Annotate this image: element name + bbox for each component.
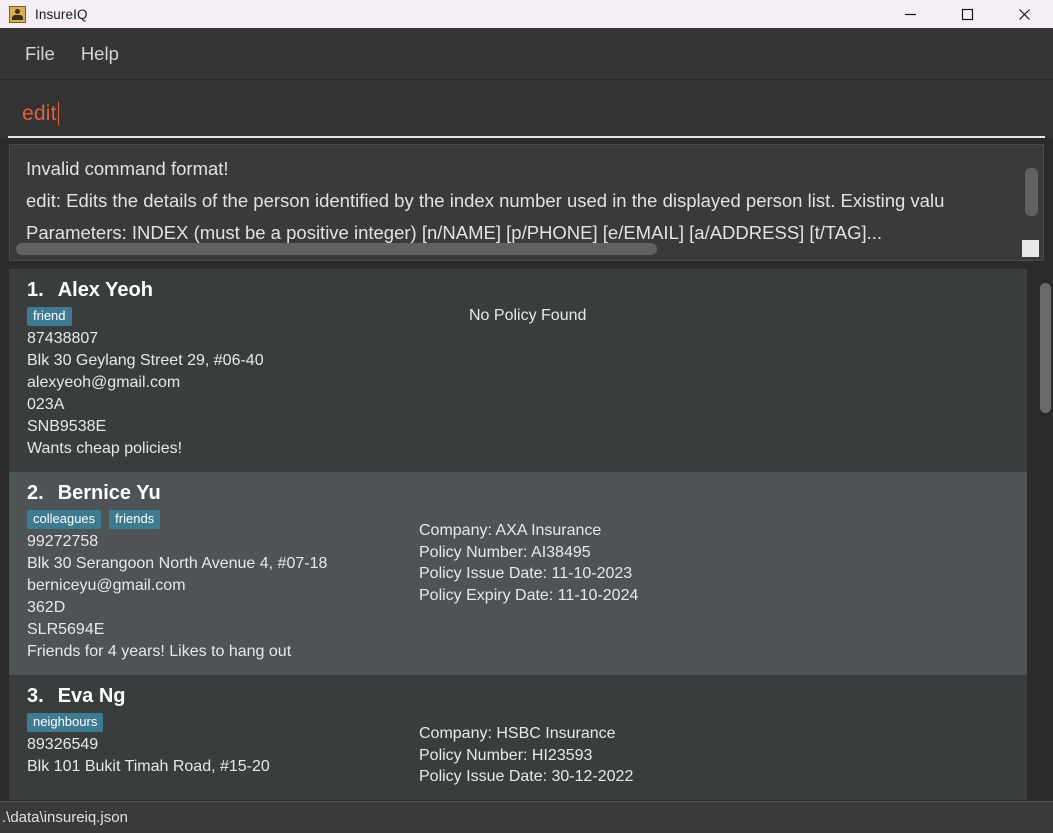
person-code: 362D [27, 599, 66, 616]
person-email: berniceyu@gmail.com [27, 577, 186, 594]
result-vertical-scrollbar[interactable] [1025, 150, 1038, 237]
person-details: 2. Bernice Yu colleagues friends 9927275… [9, 482, 409, 663]
result-horizontal-scrollbar[interactable] [16, 243, 1019, 255]
person-code: 023A [27, 396, 65, 413]
window-titlebar: InsureIQ [0, 0, 1053, 28]
person-name: Alex Yeoh [57, 279, 153, 301]
person-tags: neighbours [27, 713, 409, 732]
tag-chip: friend [27, 307, 72, 326]
person-vehicle: SNB9538E [27, 418, 107, 435]
result-line-description: edit: Edits the details of the person id… [26, 190, 945, 211]
scrollbar-corner [1022, 240, 1039, 257]
person-phone: 87438807 [27, 330, 99, 347]
person-list-scroll-thumb[interactable] [1040, 283, 1051, 413]
person-policy: Company: HSBC Insurance Policy Number: H… [409, 685, 1027, 788]
maximize-icon[interactable] [939, 0, 996, 28]
person-name-row: 2. Bernice Yu [27, 482, 409, 505]
close-icon[interactable] [996, 0, 1053, 28]
result-display-box[interactable]: Invalid command format! edit: Edits the … [9, 144, 1044, 261]
result-vertical-scroll-thumb[interactable] [1025, 168, 1038, 216]
person-name-row: 3. Eva Ng [27, 685, 409, 708]
person-list-scrollbar[interactable] [1038, 269, 1053, 806]
person-address: Blk 30 Serangoon North Avenue 4, #07-18 [27, 555, 328, 572]
person-card[interactable]: 3. Eva Ng neighbours 89326549 Blk 101 Bu… [9, 675, 1027, 800]
policy-company: Company: HSBC Insurance [419, 725, 616, 742]
person-list-region: 1. Alex Yeoh friend 87438807 Blk 30 Geyl… [0, 269, 1053, 806]
person-app-icon [9, 5, 26, 23]
person-name-row: 1. Alex Yeoh [27, 279, 409, 302]
result-display-region: Invalid command format! edit: Edits the … [0, 138, 1053, 269]
policy-expiry-date: Policy Expiry Date: 11-10-2024 [419, 586, 639, 604]
person-name: Bernice Yu [57, 482, 161, 504]
person-tags: friend [27, 307, 409, 326]
menu-item-help[interactable]: Help [68, 39, 132, 69]
result-horizontal-scroll-thumb[interactable] [16, 243, 657, 255]
command-input-region: edit [0, 80, 1053, 138]
policy-company: Company: AXA Insurance [419, 522, 602, 539]
person-phone: 89326549 [27, 736, 99, 753]
policy-issue-date: Policy Issue Date: 11-10-2023 [419, 565, 633, 582]
person-vehicle: SLR5694E [27, 621, 105, 638]
person-index: 2. [27, 482, 44, 504]
minimize-icon[interactable] [882, 0, 939, 28]
text-cursor [57, 101, 59, 126]
tag-chip: friends [109, 510, 161, 529]
person-email: alexyeoh@gmail.com [27, 374, 181, 391]
person-index: 3. [27, 685, 44, 707]
result-lines: Invalid command format! edit: Edits the … [10, 145, 1043, 249]
person-note: Wants cheap policies! [27, 440, 183, 457]
person-details: 3. Eva Ng neighbours 89326549 Blk 101 Bu… [9, 685, 409, 788]
person-policy: No Policy Found [409, 279, 1027, 460]
tag-chip: colleagues [27, 510, 102, 529]
policy-number: Policy Number: AI38495 [419, 543, 591, 561]
person-list: 1. Alex Yeoh friend 87438807 Blk 30 Geyl… [9, 269, 1027, 806]
person-note: Friends for 4 years! Likes to hang out [27, 643, 292, 660]
person-address: Blk 30 Geylang Street 29, #06-40 [27, 352, 264, 369]
window-title: InsureIQ [35, 6, 88, 22]
window-controls [882, 0, 1053, 28]
menu-bar: File Help [0, 28, 1053, 80]
save-location-label: .\data\insureiq.json [2, 809, 128, 826]
person-name: Eva Ng [57, 685, 126, 707]
person-address: Blk 101 Bukit Timah Road, #15-20 [27, 758, 270, 775]
command-input[interactable]: edit [8, 91, 1045, 138]
person-details: 1. Alex Yeoh friend 87438807 Blk 30 Geyl… [9, 279, 409, 460]
person-card[interactable]: 2. Bernice Yu colleagues friends 9927275… [9, 472, 1027, 675]
person-policy: Company: AXA Insurance Policy Number: AI… [409, 482, 1027, 663]
person-phone: 99272758 [27, 533, 99, 550]
policy-number: Policy Number: HI23593 [419, 746, 593, 764]
status-bar: .\data\insureiq.json [0, 801, 1053, 833]
result-line-error: Invalid command format! [26, 158, 229, 179]
person-tags: colleagues friends [27, 510, 409, 529]
menu-item-file[interactable]: File [12, 39, 68, 69]
no-policy-label: No Policy Found [469, 307, 587, 324]
tag-chip: neighbours [27, 713, 104, 732]
person-index: 1. [27, 279, 44, 301]
command-input-text: edit [22, 101, 57, 125]
policy-issue-date: Policy Issue Date: 30-12-2022 [419, 768, 634, 785]
person-card[interactable]: 1. Alex Yeoh friend 87438807 Blk 30 Geyl… [9, 269, 1027, 472]
